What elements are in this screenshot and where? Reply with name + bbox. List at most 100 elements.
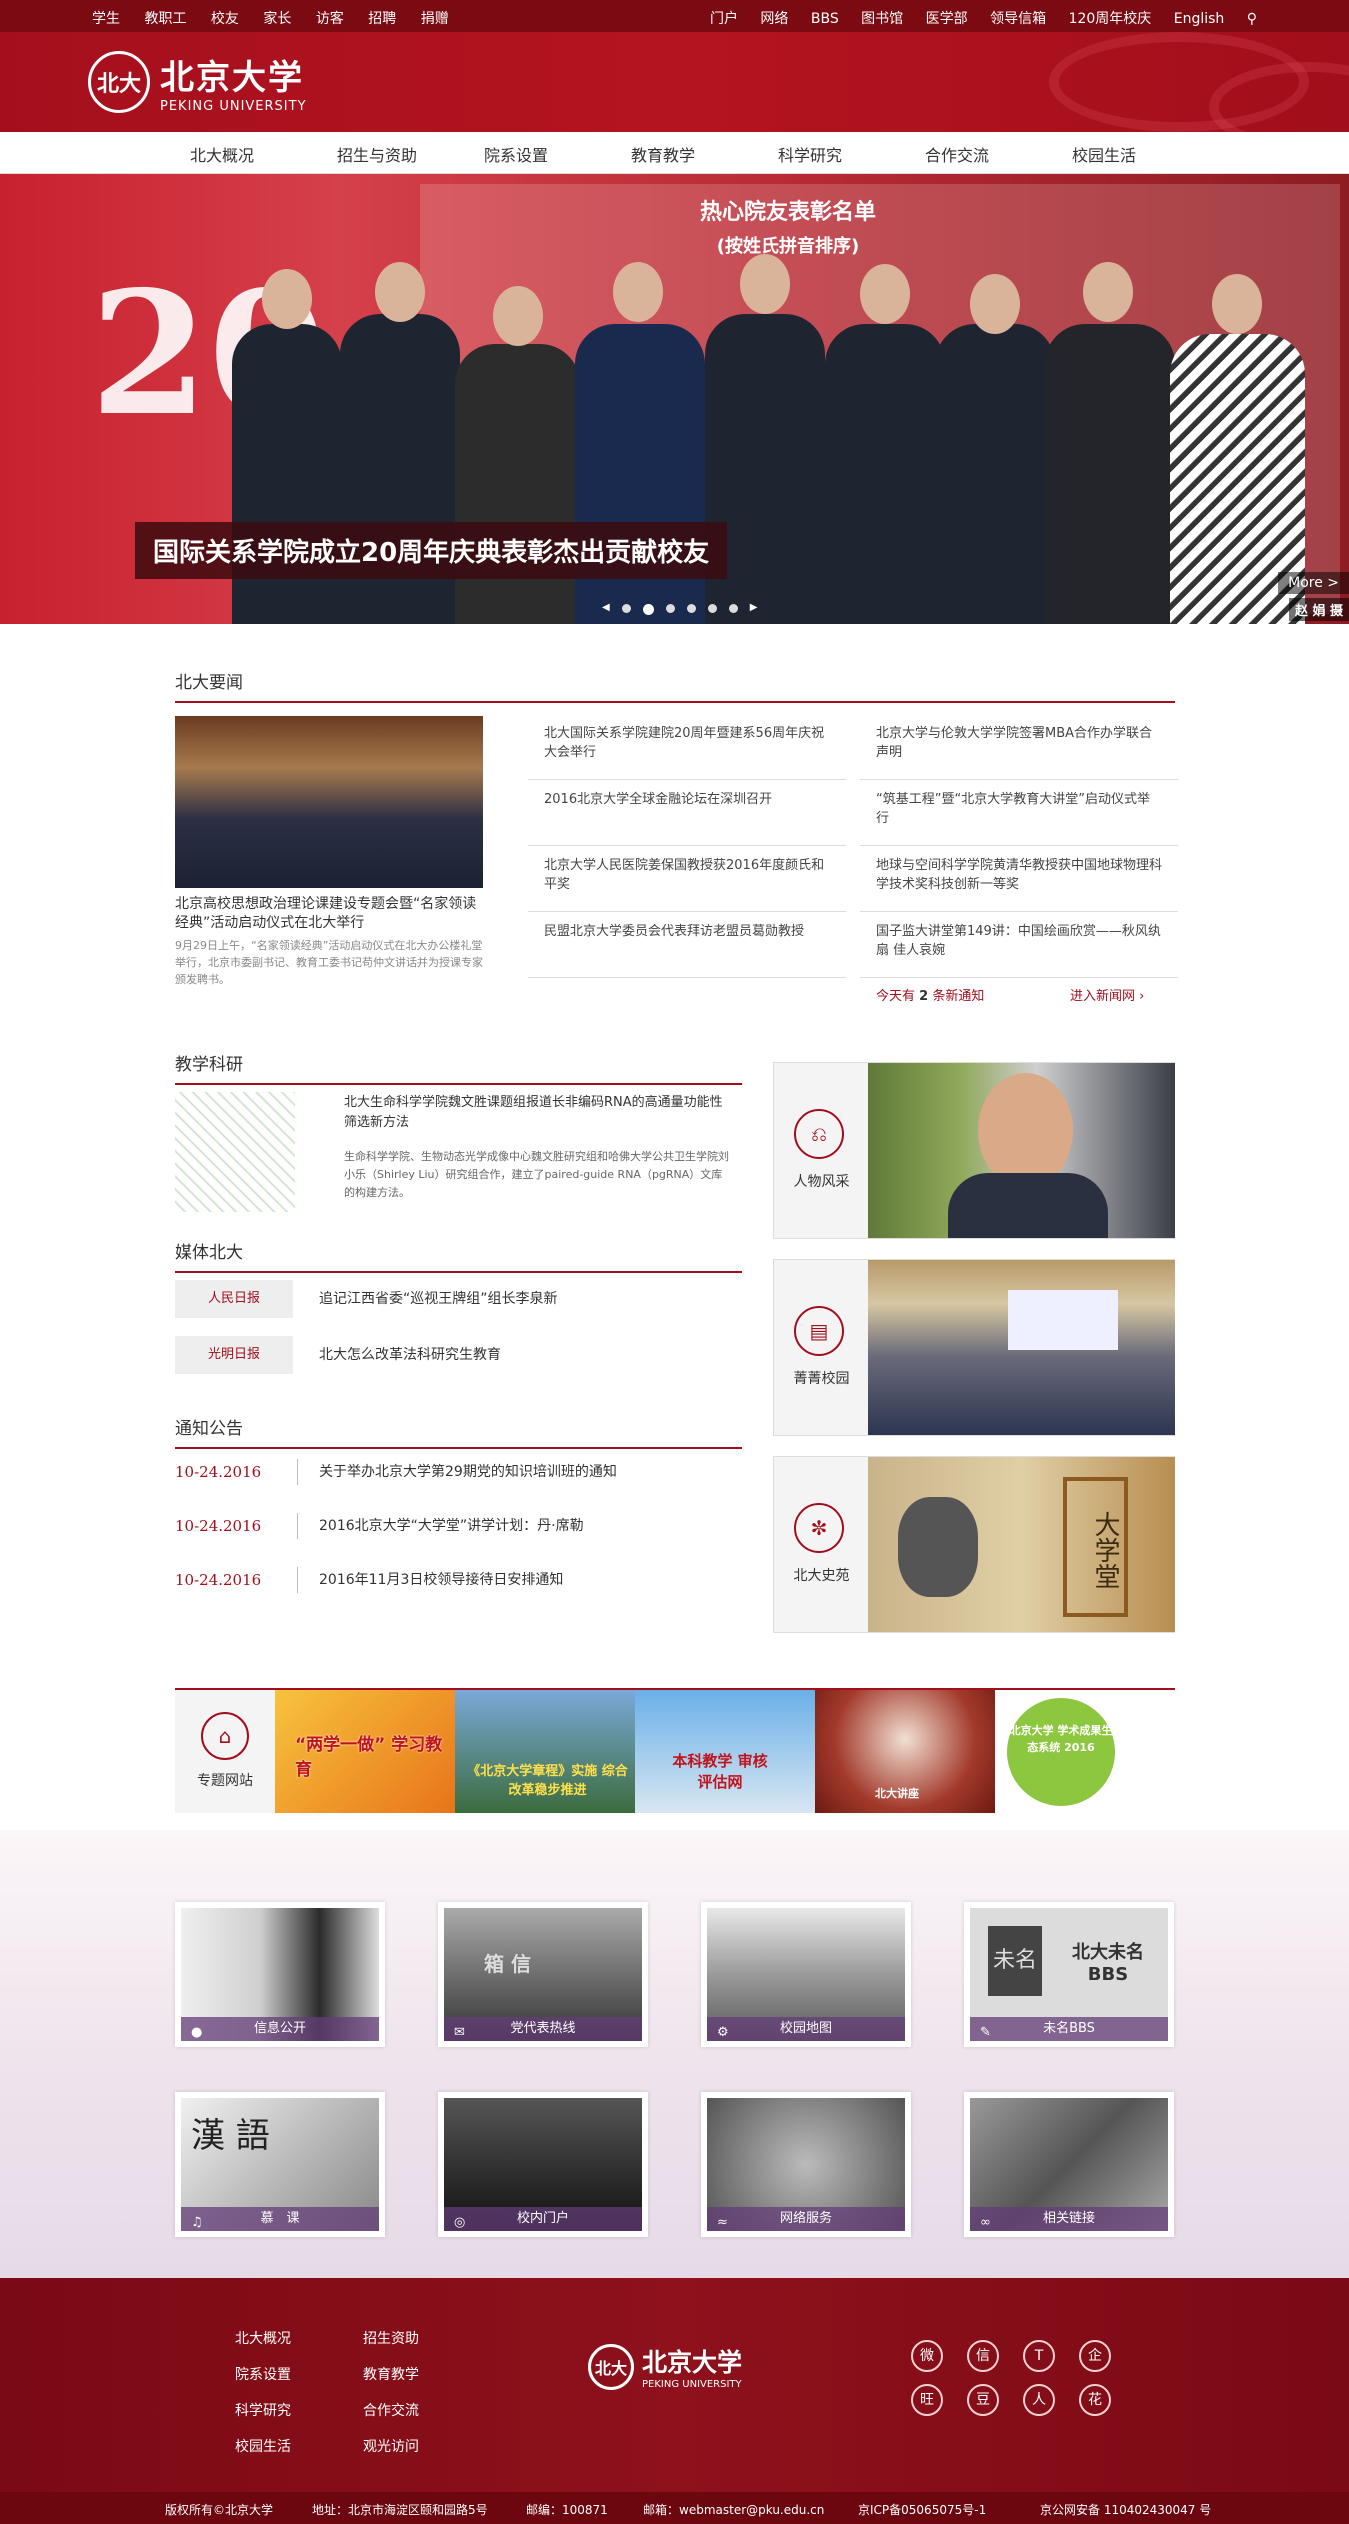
footer-link[interactable]: 科学研究 [235,2400,291,2436]
link-parents[interactable]: 家长 [263,11,291,27]
link-staff[interactable]: 教职工 [144,11,186,27]
special-link-lecture[interactable]: 北大讲座 [815,1690,995,1813]
qq-icon[interactable]: 企 [1079,2340,1111,2372]
weibo-icon[interactable]: 微 [911,2340,943,2372]
carousel-dot[interactable] [707,604,717,613]
news-item[interactable]: 民盟北京大学委员会代表拜访老盟员葛勋教授 [528,912,846,978]
carousel-dot[interactable] [728,604,738,613]
notice-item[interactable]: 10-24.2016 2016北京大学“大学堂”讲学计划：丹·席勒 [175,1511,741,1553]
media-headline[interactable]: 北大怎么改革法科研究生教育 [319,1344,501,1364]
chair-icon: ⎌ [794,1109,844,1159]
service-party-hotline[interactable]: 箱 信 ✉ 党代表热线 [438,1902,648,2047]
link-students[interactable]: 学生 [92,11,120,27]
service-info-public[interactable]: ● 信息公开 [175,1902,385,2047]
nav-about[interactable]: 北大概况 [190,142,337,166]
news-item[interactable]: 国子监大讲堂第149讲：中国绘画欣赏——秋风纨扇 佳人哀婉 [860,912,1178,978]
card-history[interactable]: ✼ 北大史苑 大学堂 [773,1456,1175,1633]
footer-link[interactable]: 校园生活 [235,2436,291,2472]
link-network[interactable]: 网络 [760,11,788,27]
footer-link[interactable]: 合作交流 [363,2400,419,2436]
icp-text[interactable]: 京ICP备05065075号-1 [858,2501,986,2518]
news-item[interactable]: 北京大学人民医院姜保国教授获2016年度颜氏和平奖 [528,846,846,912]
notice-title[interactable]: 关于举办北京大学第29期党的知识培训班的通知 [319,1461,617,1481]
notice-item[interactable]: 10-24.2016 2016年11月3日校领导接待日安排通知 [175,1565,741,1607]
classroom-photo [868,1260,1175,1435]
research-figure-image[interactable] [175,1092,295,1212]
person-head [493,286,543,346]
media-source-tag: 光明日报 [175,1336,293,1374]
email-text[interactable]: 邮箱：webmaster@pku.edu.cn [643,2501,824,2518]
carousel-prev-icon[interactable]: ◀ [602,602,610,615]
flower-icon[interactable]: 花 [1079,2384,1111,2416]
nav-exchange[interactable]: 合作交流 [925,142,1072,166]
service-bbs[interactable]: 未名 北大未名 BBS ✎ 未名BBS [964,1902,1174,2047]
news-item[interactable]: “筑基工程”暨“北京大学教育大讲堂”启动仪式举行 [860,780,1178,846]
nav-research[interactable]: 科学研究 [778,142,925,166]
link-anniversary[interactable]: 120周年校庆 [1069,11,1152,27]
footer-link[interactable]: 院系设置 [235,2364,291,2400]
search-icon[interactable]: ⚲ [1247,11,1257,27]
renren-icon[interactable]: 人 [1023,2384,1055,2416]
hero-banner[interactable]: 热心院友表彰名单 (按姓氏拼音排序) 20 国际关系学院成立20周年庆典表彰杰出… [0,174,1349,624]
wangwang-icon[interactable]: 旺 [911,2384,943,2416]
carousel-next-icon[interactable]: ▶ [750,602,758,615]
media-headline[interactable]: 追记江西省委“巡视王牌组”组长李泉新 [319,1288,558,1308]
featured-news-title[interactable]: 北京高校思想政治理论课建设专题会暨“名家领读经典”活动启动仪式在北大举行 [175,895,483,933]
link-jobs[interactable]: 招聘 [368,11,396,27]
link-visitors[interactable]: 访客 [316,11,344,27]
enter-news-link[interactable]: 进入新闻网 › [1070,985,1144,1004]
carousel-dot-active[interactable] [642,604,654,615]
link-alumni[interactable]: 校友 [211,11,239,27]
banner-caption[interactable]: 国际关系学院成立20周年庆典表彰杰出贡献校友 [135,522,728,579]
news-item[interactable]: 地球与空间科学学院黄清华教授获中国地球物理科学技术奖科技创新一等奖 [860,846,1178,912]
link-mailbox[interactable]: 领导信箱 [990,11,1046,27]
special-link-assessment[interactable]: 本科教学 审核评估网 [635,1690,815,1813]
featured-news-image[interactable] [175,716,483,888]
link-library[interactable]: 图书馆 [861,11,903,27]
teaching-headline[interactable]: 北大生命科学学院魏文胜课题组报道长非编码RNA的高通量功能性筛选新方法 [344,1093,730,1133]
footer-link[interactable]: 教育教学 [363,2364,419,2400]
service-mooc[interactable]: 漢 語 ♫ 慕 课 [175,2092,385,2237]
news-item[interactable]: 北京大学与伦敦大学学院签署MBA合作办学联合声明 [860,714,1178,780]
notice-item[interactable]: 10-24.2016 关于举办北京大学第29期党的知识培训班的通知 [175,1457,741,1499]
link-donate[interactable]: 捐赠 [421,11,449,27]
site-logo[interactable]: 北大 北京大学 PEKING UNIVERSITY [88,50,307,114]
card-people[interactable]: ⎌ 人物风采 [773,1062,1175,1239]
service-portal[interactable]: ◎ 校内门户 [438,2092,648,2237]
link-bbs[interactable]: BBS [811,11,839,27]
wechat-icon[interactable]: 信 [967,2340,999,2372]
carousel-dot[interactable] [686,604,696,613]
media-item[interactable]: 人民日报 追记江西省委“巡视王牌组”组长李泉新 [175,1280,741,1322]
special-link-ecosystem[interactable]: 北京大学 学术成果生态系统 2016 [995,1690,1175,1813]
service-campus-map[interactable]: ⚙ 校园地图 [701,1902,911,2047]
news-item[interactable]: 北大国际关系学院建院20周年暨建系56周年庆祝大会举行 [528,714,846,780]
carousel-dot[interactable] [665,604,675,613]
service-network[interactable]: ≈ 网络服务 [701,2092,911,2237]
tencent-weibo-icon[interactable]: T [1023,2340,1055,2372]
nav-admissions[interactable]: 招生与资助 [337,142,484,166]
notice-title[interactable]: 2016年11月3日校领导接待日安排通知 [319,1569,563,1589]
special-link-charter[interactable]: 《北京大学章程》实施 综合改革稳步推进 [455,1690,635,1813]
notice-title[interactable]: 2016北京大学“大学堂”讲学计划：丹·席勒 [319,1515,584,1535]
footer-link[interactable]: 观光访问 [363,2436,419,2472]
nav-departments[interactable]: 院系设置 [484,142,631,166]
media-item[interactable]: 光明日报 北大怎么改革法科研究生教育 [175,1336,741,1378]
news-item[interactable]: 2016北京大学全球金融论坛在深圳召开 [528,780,846,846]
link-medical[interactable]: 医学部 [926,11,968,27]
nav-campus-life[interactable]: 校园生活 [1072,142,1219,166]
link-portal[interactable]: 门户 [710,11,738,27]
police-text[interactable]: 京公网安备 110402430047 号 [1040,2501,1211,2518]
carousel-dot[interactable] [621,604,631,613]
service-links[interactable]: ∞ 相关链接 [964,2092,1174,2237]
nav-education[interactable]: 教育教学 [631,142,778,166]
banner-more-link[interactable]: More > [1278,572,1349,594]
today-notice-count[interactable]: 今天有 2 条新通知 [876,985,984,1004]
footer-link[interactable]: 北大概况 [235,2328,291,2364]
link-english[interactable]: English [1174,11,1225,27]
card-campus[interactable]: ▤ 菁菁校园 [773,1259,1175,1436]
special-link-study[interactable]: “两学一做” 学习教育 [275,1690,455,1813]
douban-icon[interactable]: 豆 [967,2384,999,2416]
footer-link[interactable]: 招生资助 [363,2328,419,2364]
media-source-tag: 人民日报 [175,1280,293,1318]
person-head [1212,274,1262,334]
